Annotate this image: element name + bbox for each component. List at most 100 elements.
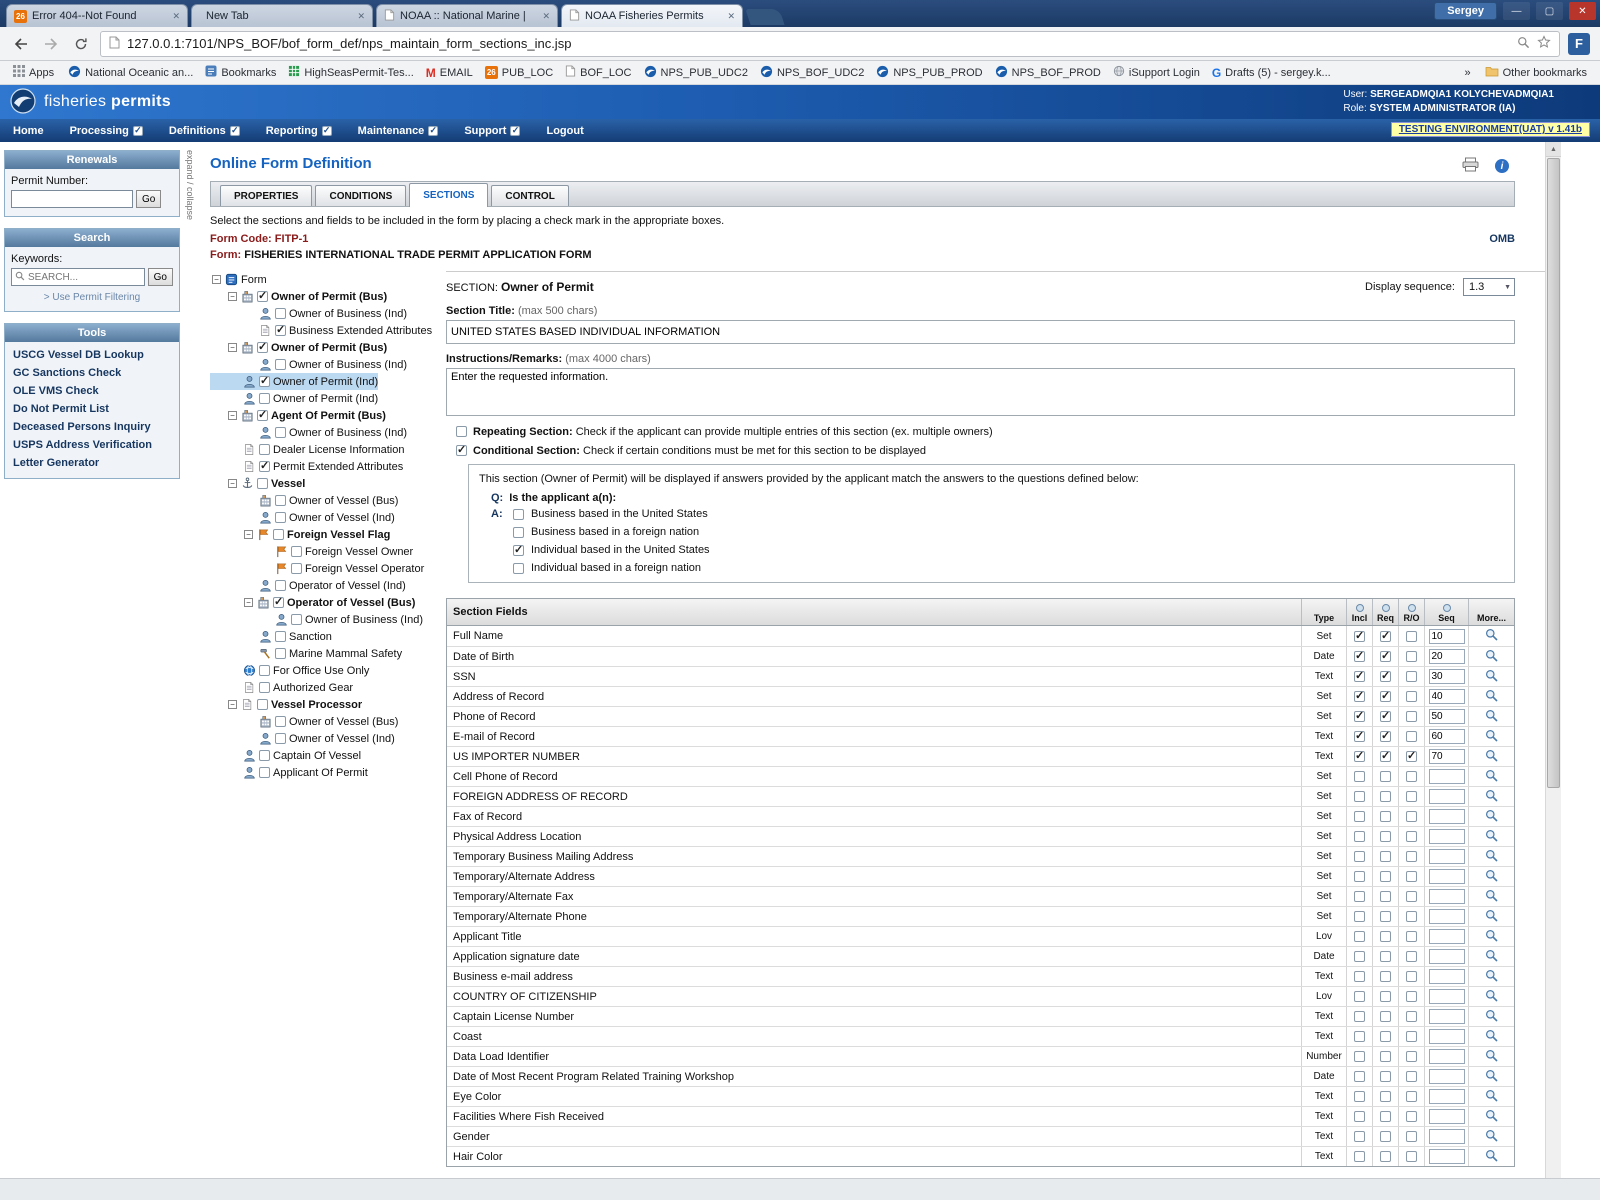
field-ro-checkbox[interactable] <box>1406 991 1417 1002</box>
field-seq-input[interactable] <box>1429 1089 1465 1104</box>
field-ro-checkbox[interactable] <box>1406 791 1417 802</box>
field-req-checkbox[interactable] <box>1380 631 1391 642</box>
tree-node[interactable]: Owner of Vessel (Ind) <box>210 730 395 747</box>
field-req-checkbox[interactable] <box>1380 1051 1391 1062</box>
field-detail-magnifier-icon[interactable] <box>1485 1109 1498 1125</box>
tree-node[interactable]: Marine Mammal Safety <box>210 645 402 662</box>
field-seq-input[interactable] <box>1429 909 1465 924</box>
tree-checkbox[interactable] <box>291 546 302 557</box>
field-detail-magnifier-icon[interactable] <box>1485 789 1498 805</box>
tree-node[interactable]: −Operator of Vessel (Bus) <box>210 594 415 611</box>
tab-sections[interactable]: SECTIONS <box>409 183 488 207</box>
field-ro-checkbox[interactable] <box>1406 731 1417 742</box>
field-req-checkbox[interactable] <box>1380 991 1391 1002</box>
tree-node[interactable]: Operator of Vessel (Ind) <box>210 577 406 594</box>
field-seq-input[interactable] <box>1429 849 1465 864</box>
field-seq-input[interactable] <box>1429 669 1465 684</box>
tree-node[interactable]: Authorized Gear <box>210 679 353 696</box>
tree-expander[interactable]: − <box>228 292 237 301</box>
tree-checkbox[interactable] <box>275 308 286 319</box>
nav-item[interactable]: Support✓ <box>451 125 533 137</box>
scrollbar-up-arrow[interactable]: ▲ <box>1546 142 1561 157</box>
field-seq-input[interactable] <box>1429 789 1465 804</box>
tree-node[interactable]: For Office Use Only <box>210 662 369 679</box>
expand-collapse-label[interactable]: expand / collapse <box>185 142 195 220</box>
field-ro-checkbox[interactable] <box>1406 1051 1417 1062</box>
field-ro-checkbox[interactable] <box>1406 751 1417 762</box>
tab-close-icon[interactable]: ✕ <box>172 11 180 22</box>
tree-node[interactable]: Dealer License Information <box>210 441 404 458</box>
bookmark-item[interactable]: MEMAIL <box>421 64 478 82</box>
answer-checkbox[interactable] <box>513 545 524 556</box>
tree-checkbox[interactable] <box>275 512 286 523</box>
tree-node[interactable]: −Owner of Permit (Bus) <box>210 339 387 356</box>
tree-node[interactable]: −Agent Of Permit (Bus) <box>210 407 386 424</box>
forward-button[interactable] <box>40 33 62 55</box>
field-incl-checkbox[interactable] <box>1354 1131 1365 1142</box>
tree-checkbox[interactable] <box>257 699 268 710</box>
field-req-checkbox[interactable] <box>1380 651 1391 662</box>
tree-node[interactable]: Sanction <box>210 628 332 645</box>
field-ro-checkbox[interactable] <box>1406 1111 1417 1122</box>
field-req-checkbox[interactable] <box>1380 891 1391 902</box>
tree-node[interactable]: Owner of Permit (Ind) <box>210 373 378 390</box>
answer-checkbox[interactable] <box>513 527 524 538</box>
field-req-checkbox[interactable] <box>1380 1031 1391 1042</box>
print-icon[interactable] <box>1462 157 1479 175</box>
tool-link[interactable]: Do Not Permit List <box>5 400 179 418</box>
field-incl-checkbox[interactable] <box>1354 711 1365 722</box>
tree-node[interactable]: −Owner of Permit (Bus) <box>210 288 387 305</box>
field-seq-input[interactable] <box>1429 749 1465 764</box>
expand-collapse-strip[interactable]: expand / collapse <box>184 142 197 1200</box>
field-detail-magnifier-icon[interactable] <box>1485 669 1498 685</box>
field-req-checkbox[interactable] <box>1380 811 1391 822</box>
browser-tab[interactable]: 26Error 404--Not Found✕ <box>6 4 188 27</box>
new-tab-button[interactable] <box>745 9 784 25</box>
field-seq-input[interactable] <box>1429 889 1465 904</box>
bookmark-item[interactable]: GDrafts (5) - sergey.k... <box>1207 64 1336 82</box>
field-incl-checkbox[interactable] <box>1354 831 1365 842</box>
tree-node[interactable]: Foreign Vessel Owner <box>210 543 413 560</box>
tree-node[interactable]: Owner of Vessel (Bus) <box>210 713 398 730</box>
field-incl-checkbox[interactable] <box>1354 1031 1365 1042</box>
field-detail-magnifier-icon[interactable] <box>1485 1069 1498 1085</box>
field-incl-checkbox[interactable] <box>1354 671 1365 682</box>
field-req-checkbox[interactable] <box>1380 1131 1391 1142</box>
tree-node[interactable]: −Vessel <box>210 475 305 492</box>
field-incl-checkbox[interactable] <box>1354 851 1365 862</box>
field-ro-checkbox[interactable] <box>1406 1131 1417 1142</box>
field-detail-magnifier-icon[interactable] <box>1485 989 1498 1005</box>
tree-checkbox[interactable] <box>259 393 270 404</box>
field-detail-magnifier-icon[interactable] <box>1485 1009 1498 1025</box>
field-ro-checkbox[interactable] <box>1406 951 1417 962</box>
scrollbar-thumb[interactable] <box>1547 158 1560 788</box>
tree-checkbox[interactable] <box>275 733 286 744</box>
tree-node[interactable]: Owner of Business (Ind) <box>210 305 407 322</box>
field-req-checkbox[interactable] <box>1380 831 1391 842</box>
nav-item[interactable]: Maintenance✓ <box>345 125 452 137</box>
field-req-checkbox[interactable] <box>1380 751 1391 762</box>
field-req-checkbox[interactable] <box>1380 691 1391 702</box>
field-incl-checkbox[interactable] <box>1354 891 1365 902</box>
field-ro-checkbox[interactable] <box>1406 851 1417 862</box>
tab-properties[interactable]: PROPERTIES <box>220 185 312 206</box>
tool-link[interactable]: GC Sanctions Check <box>5 364 179 382</box>
field-incl-checkbox[interactable] <box>1354 1111 1365 1122</box>
tree-checkbox[interactable] <box>275 359 286 370</box>
tab-close-icon[interactable]: ✕ <box>357 11 365 22</box>
tree-checkbox[interactable] <box>275 427 286 438</box>
search-input[interactable] <box>28 272 114 283</box>
field-ro-checkbox[interactable] <box>1406 1071 1417 1082</box>
tab-conditions[interactable]: CONDITIONS <box>315 185 406 206</box>
tree-checkbox[interactable] <box>257 478 268 489</box>
field-req-checkbox[interactable] <box>1380 771 1391 782</box>
field-incl-checkbox[interactable] <box>1354 1011 1365 1022</box>
field-detail-magnifier-icon[interactable] <box>1485 849 1498 865</box>
field-incl-checkbox[interactable] <box>1354 631 1365 642</box>
omb-link[interactable]: OMB <box>1489 233 1515 245</box>
field-incl-checkbox[interactable] <box>1354 951 1365 962</box>
bookmark-item[interactable]: NPS_PUB_UDC2 <box>639 63 753 83</box>
field-req-checkbox[interactable] <box>1380 711 1391 722</box>
field-seq-input[interactable] <box>1429 1009 1465 1024</box>
tree-checkbox[interactable] <box>291 614 302 625</box>
